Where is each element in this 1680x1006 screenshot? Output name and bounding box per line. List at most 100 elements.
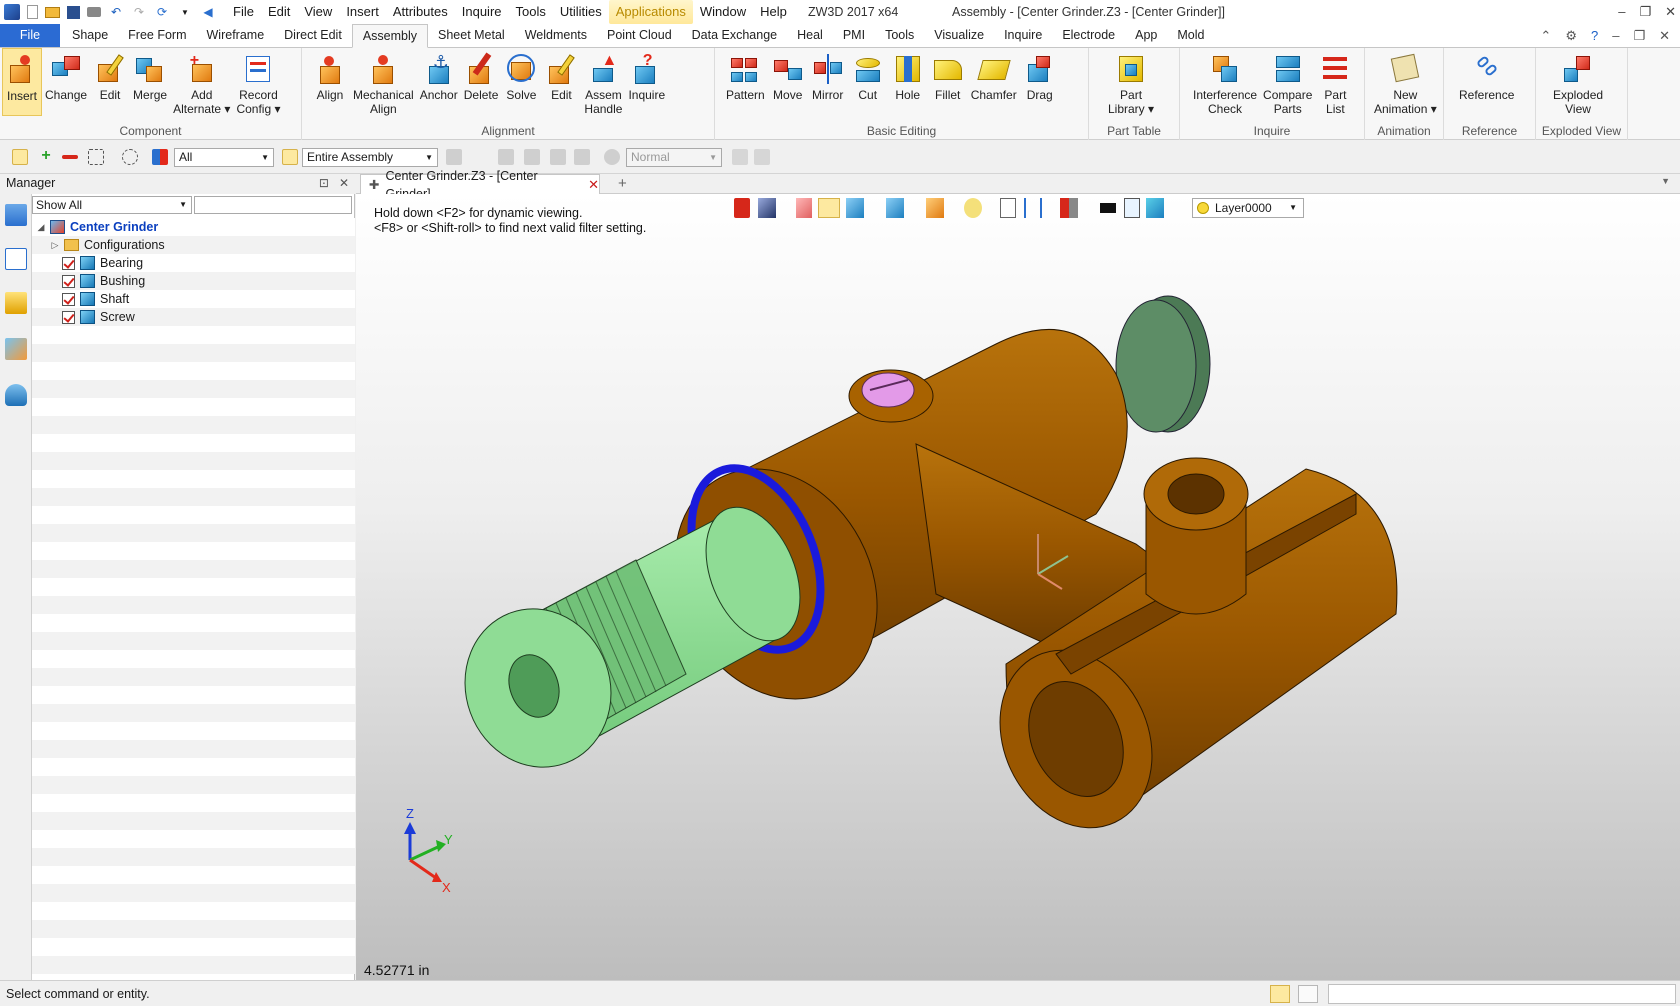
part-list-button[interactable]: Part List <box>1315 48 1355 116</box>
restore-button[interactable]: ❐ <box>1639 0 1651 24</box>
tab-data-exchange[interactable]: Data Exchange <box>682 24 787 47</box>
back-arrow-icon[interactable]: ◀ <box>200 4 216 20</box>
scope-select[interactable]: Entire Assembly ▼ <box>302 148 438 167</box>
new-tab-icon[interactable]: + <box>618 174 627 193</box>
tab-electrode[interactable]: Electrode <box>1052 24 1125 47</box>
filter-type-icon[interactable] <box>152 149 168 165</box>
tab-sheet-metal[interactable]: Sheet Metal <box>428 24 515 47</box>
move-button[interactable]: Move <box>768 48 808 102</box>
tree-item-configurations[interactable]: ▷ Configurations <box>32 236 355 254</box>
filter-select[interactable]: All ▼ <box>174 148 274 167</box>
add-filter-icon[interactable]: + <box>38 148 54 165</box>
collapse-icon[interactable]: ◢ <box>36 218 46 236</box>
status-layout-icon[interactable] <box>1270 985 1290 1003</box>
visual-manager-icon[interactable] <box>5 338 27 360</box>
undo-icon[interactable]: ↶ <box>108 4 124 20</box>
tab-file[interactable]: File <box>0 24 60 47</box>
collapse-ribbon-icon[interactable]: ⌃ <box>1540 28 1551 44</box>
interference-check-button[interactable]: Interference Check <box>1190 48 1260 116</box>
tab-tools[interactable]: Tools <box>875 24 924 47</box>
visibility-checkbox[interactable] <box>62 292 75 306</box>
tab-weldments[interactable]: Weldments <box>515 24 597 47</box>
close-button[interactable]: ✕ <box>1665 0 1676 24</box>
tab-direct-edit[interactable]: Direct Edit <box>274 24 352 47</box>
insert-button[interactable]: Insert <box>2 48 42 116</box>
show-filter-select[interactable]: Show All ▼ <box>32 196 192 214</box>
tab-point-cloud[interactable]: Point Cloud <box>597 24 682 47</box>
tree-root[interactable]: ◢ Center Grinder <box>32 218 355 236</box>
menu-window[interactable]: Window <box>693 0 753 24</box>
new-animation-button[interactable]: New Animation ▾ <box>1371 48 1440 116</box>
tab-inquire[interactable]: Inquire <box>994 24 1052 47</box>
menu-applications[interactable]: Applications <box>608 0 693 24</box>
quick-access-dropdown-icon[interactable]: ▼ <box>177 4 193 20</box>
menu-edit[interactable]: Edit <box>261 0 297 24</box>
tab-list-dropdown-icon[interactable]: ▼ <box>1661 176 1670 186</box>
delete-alignment-button[interactable]: Delete <box>461 48 502 116</box>
menu-inquire[interactable]: Inquire <box>455 0 509 24</box>
status-input[interactable] <box>1328 984 1676 1004</box>
box-select-icon[interactable] <box>88 149 104 165</box>
menu-attributes[interactable]: Attributes <box>386 0 455 24</box>
help-icon[interactable]: ? <box>1591 28 1598 44</box>
tree-item-bushing[interactable]: Bushing <box>32 272 355 290</box>
tab-app[interactable]: App <box>1125 24 1167 47</box>
menu-insert[interactable]: Insert <box>339 0 386 24</box>
assem-handle-button[interactable]: ▲ Assem Handle <box>581 48 625 116</box>
align-button[interactable]: Align <box>310 48 350 116</box>
open-folder-icon[interactable] <box>45 6 60 18</box>
tree-item-bearing[interactable]: Bearing <box>32 254 355 272</box>
panel-close-icon[interactable]: ✕ <box>339 174 349 192</box>
assembly-manager-icon[interactable] <box>5 248 27 270</box>
visibility-checkbox[interactable] <box>62 274 75 288</box>
hole-button[interactable]: Hole <box>888 48 928 102</box>
menu-utilities[interactable]: Utilities <box>553 0 609 24</box>
close-tab-icon[interactable]: ✕ <box>588 176 599 194</box>
tab-wireframe[interactable]: Wireframe <box>197 24 275 47</box>
mirror-button[interactable]: Mirror <box>808 48 848 102</box>
menu-tools[interactable]: Tools <box>509 0 553 24</box>
redo-icon[interactable]: ↷ <box>131 4 147 20</box>
pattern-button[interactable]: Pattern <box>723 48 768 102</box>
tab-shape[interactable]: Shape <box>62 24 118 47</box>
app-logo-icon[interactable] <box>4 4 20 20</box>
settings-gear-icon[interactable]: ⚙ <box>1565 28 1577 44</box>
edit-component-button[interactable]: Edit <box>90 48 130 116</box>
refresh-icon[interactable]: ⟳ <box>154 4 170 20</box>
tab-free-form[interactable]: Free Form <box>118 24 196 47</box>
tab-heal[interactable]: Heal <box>787 24 833 47</box>
new-file-icon[interactable] <box>27 5 38 19</box>
drag-button[interactable]: Drag <box>1020 48 1060 102</box>
merge-button[interactable]: Merge <box>130 48 170 116</box>
mechanical-align-button[interactable]: Mechanical Align <box>350 48 417 116</box>
anchor-button[interactable]: ⚓ Anchor <box>417 48 461 116</box>
save-icon[interactable] <box>67 5 80 19</box>
record-config-button[interactable]: Record Config ▾ <box>233 48 283 116</box>
remove-filter-icon[interactable] <box>62 155 78 159</box>
compare-parts-button[interactable]: Compare Parts <box>1260 48 1315 116</box>
add-alternate-button[interactable]: + Add Alternate ▾ <box>170 48 233 116</box>
visibility-checkbox[interactable] <box>62 310 75 324</box>
visibility-checkbox[interactable] <box>62 256 75 270</box>
pin-icon[interactable]: ⊡ <box>319 174 329 192</box>
reference-button[interactable]: Reference <box>1456 48 1517 102</box>
tab-pmi[interactable]: PMI <box>833 24 875 47</box>
inquire-alignment-button[interactable]: ? Inquire <box>625 48 668 116</box>
chamfer-button[interactable]: Chamfer <box>968 48 1020 102</box>
scope-icon[interactable] <box>282 149 298 165</box>
fillet-button[interactable]: Fillet <box>928 48 968 102</box>
3d-viewport[interactable]: Layer0000 ▼ Hold down <F2> for dynamic v… <box>356 194 1680 980</box>
exploded-view-button[interactable]: Exploded View <box>1550 48 1606 116</box>
doc-minimize-icon[interactable]: – <box>1612 28 1619 44</box>
solve-button[interactable]: Solve <box>501 48 541 116</box>
doc-restore-icon[interactable]: ❐ <box>1633 28 1645 44</box>
parts-icon[interactable] <box>5 292 27 314</box>
minimize-button[interactable]: – <box>1618 0 1625 24</box>
expand-icon[interactable]: ▷ <box>50 236 60 254</box>
print-icon[interactable] <box>87 7 101 17</box>
center-grinder-model[interactable]: Z Y X <box>356 194 1680 980</box>
status-list-icon[interactable] <box>1298 985 1318 1003</box>
manager-search-input[interactable] <box>194 196 352 214</box>
document-tab[interactable]: ✚ Center Grinder.Z3 - [Center Grinder] ✕ <box>360 169 600 201</box>
tab-visualize[interactable]: Visualize <box>924 24 994 47</box>
